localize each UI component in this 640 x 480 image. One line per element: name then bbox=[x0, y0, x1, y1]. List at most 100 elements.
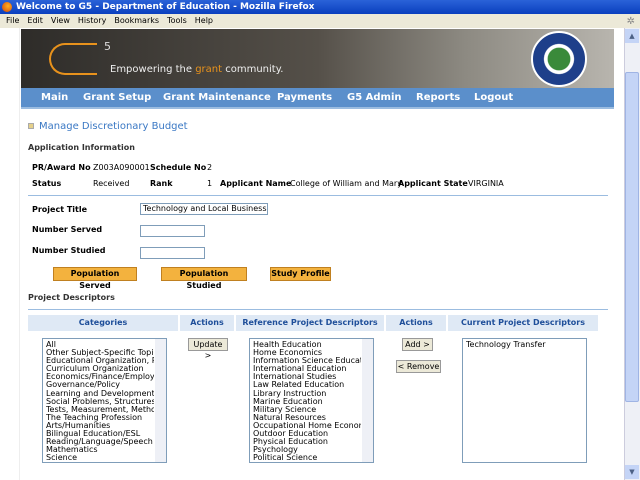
list-option[interactable]: Political Science bbox=[253, 454, 361, 462]
g5-banner: 5 Empowering the grant community. bbox=[21, 29, 614, 88]
menu-file[interactable]: File bbox=[6, 16, 19, 25]
list-option[interactable]: All bbox=[46, 341, 154, 349]
menu-bookmarks[interactable]: Bookmarks bbox=[114, 16, 159, 25]
list-option[interactable]: Science bbox=[46, 454, 154, 462]
list-option[interactable]: The Teaching Profession bbox=[46, 414, 154, 422]
applicant-name-label: Applicant Name bbox=[220, 179, 292, 188]
list-option[interactable]: Military Science bbox=[253, 406, 361, 414]
list-option[interactable]: Educational Organization, Procedures bbox=[46, 357, 154, 365]
throbber-icon: ✲ bbox=[626, 16, 635, 27]
menu-tools[interactable]: Tools bbox=[167, 16, 187, 25]
list-option[interactable]: Library Instruction bbox=[253, 390, 361, 398]
list-option[interactable]: Economics/Finance/Employment bbox=[46, 373, 154, 381]
page-title-text: Manage Discretionary Budget bbox=[39, 121, 188, 132]
nav-reports[interactable]: Reports bbox=[416, 92, 460, 103]
list-option[interactable]: Technology Transfer bbox=[466, 341, 574, 349]
header-actions: Actions bbox=[386, 315, 446, 331]
list-option[interactable]: Home Economics bbox=[253, 349, 361, 357]
bullet-icon bbox=[28, 123, 34, 129]
list-option[interactable]: Health Education bbox=[253, 341, 361, 349]
applicant-state-label: Applicant State bbox=[398, 179, 468, 188]
project-title-input[interactable]: Technology and Local Business bbox=[140, 203, 268, 215]
tagline-pre: Empowering the bbox=[110, 64, 196, 75]
tagline-post: community. bbox=[222, 64, 284, 75]
menu-edit[interactable]: Edit bbox=[27, 16, 43, 25]
header-actions: Actions bbox=[180, 315, 234, 331]
menu-history[interactable]: History bbox=[78, 16, 106, 25]
number-studied-input[interactable] bbox=[140, 247, 205, 259]
current-descriptors-listbox[interactable]: Technology Transfer bbox=[462, 338, 587, 463]
left-margin bbox=[0, 28, 20, 480]
listbox-scrollbar[interactable] bbox=[362, 339, 373, 462]
nav-logout[interactable]: Logout bbox=[474, 92, 513, 103]
reference-descriptors-listbox[interactable]: Health Education Home Economics Informatio… bbox=[249, 338, 374, 463]
tagline: Empowering the grant community. bbox=[110, 64, 283, 75]
list-option[interactable]: International Studies bbox=[253, 373, 361, 381]
tagline-accent: grant bbox=[195, 64, 223, 75]
pr-award-value: Z003A090001 bbox=[93, 163, 150, 172]
rank-label: Rank bbox=[150, 179, 173, 188]
list-option[interactable]: Marine Education bbox=[253, 398, 361, 406]
list-option[interactable]: Natural Resources bbox=[253, 414, 361, 422]
population-served-button[interactable]: Population Served bbox=[53, 267, 137, 290]
list-option[interactable]: Occupational Home Economics bbox=[253, 422, 361, 430]
list-option[interactable]: Social Problems, Structures, and bbox=[46, 398, 154, 406]
header-categories: Categories bbox=[28, 315, 178, 331]
menu-view[interactable]: View bbox=[51, 16, 70, 25]
number-studied-label: Number Studied bbox=[32, 246, 106, 255]
pr-award-label: PR/Award No bbox=[32, 163, 91, 172]
list-option[interactable]: Mathematics bbox=[46, 446, 154, 454]
population-studied-button[interactable]: Population Studied bbox=[161, 267, 247, 290]
add-button[interactable]: Add > bbox=[402, 338, 433, 351]
main-nav: Main Grant Setup Grant Maintenance Payme… bbox=[21, 88, 614, 109]
list-option[interactable]: Bilingual Education/ESL bbox=[46, 430, 154, 438]
project-title-label: Project Title bbox=[32, 205, 88, 214]
logo-superscript: 5 bbox=[104, 40, 111, 53]
scroll-up-icon[interactable]: ▲ bbox=[625, 29, 639, 43]
categories-listbox[interactable]: All Other Subject-Specific Topics Educatio… bbox=[42, 338, 167, 463]
menu-help[interactable]: Help bbox=[195, 16, 213, 25]
status-value: Received bbox=[93, 179, 130, 188]
page-title: Manage Discretionary Budget bbox=[28, 121, 188, 132]
window-title-bar: Welcome to G5 - Department of Education … bbox=[0, 0, 640, 14]
scroll-down-icon[interactable]: ▼ bbox=[625, 465, 639, 479]
study-profile-button[interactable]: Study Profile bbox=[270, 267, 331, 281]
listbox-scrollbar[interactable] bbox=[155, 339, 166, 462]
status-label: Status bbox=[32, 179, 62, 188]
department-seal-icon bbox=[531, 31, 587, 87]
list-option[interactable]: International Education bbox=[253, 365, 361, 373]
header-current-descriptors: Current Project Descriptors bbox=[448, 315, 598, 331]
nav-main[interactable]: Main bbox=[41, 92, 68, 103]
list-option[interactable]: Reading/Language/Speech bbox=[46, 438, 154, 446]
window-title: Welcome to G5 - Department of Education … bbox=[16, 2, 315, 12]
schedule-value: 2 bbox=[207, 163, 213, 172]
number-served-input[interactable] bbox=[140, 225, 205, 237]
list-option[interactable]: Learning and Development bbox=[46, 390, 154, 398]
divider bbox=[28, 309, 608, 310]
list-option[interactable]: Arts/Humanities bbox=[46, 422, 154, 430]
list-option[interactable]: Physical Education bbox=[253, 438, 361, 446]
list-option[interactable]: Outdoor Education bbox=[253, 430, 361, 438]
remove-button[interactable]: < Remove bbox=[396, 360, 441, 373]
list-option[interactable]: Information Science Education bbox=[253, 357, 361, 365]
menu-bar: File Edit View History Bookmarks Tools Help ✲ bbox=[0, 14, 640, 28]
app-info-heading: Application Information bbox=[28, 143, 135, 152]
nav-grant-setup[interactable]: Grant Setup bbox=[83, 92, 151, 103]
scroll-thumb[interactable] bbox=[625, 72, 639, 402]
page-scrollbar[interactable]: ▲ ▼ bbox=[624, 28, 640, 480]
g5-logo bbox=[49, 43, 97, 75]
divider bbox=[28, 195, 608, 196]
firefox-icon bbox=[2, 2, 12, 12]
nav-g5-admin[interactable]: G5 Admin bbox=[347, 92, 402, 103]
list-option[interactable]: Psychology bbox=[253, 446, 361, 454]
nav-grant-maintenance[interactable]: Grant Maintenance bbox=[163, 92, 271, 103]
rank-value: 1 bbox=[207, 179, 213, 188]
list-option[interactable]: Other Subject-Specific Topics bbox=[46, 349, 154, 357]
list-option[interactable]: Governance/Policy bbox=[46, 381, 154, 389]
list-option[interactable]: Curriculum Organization bbox=[46, 365, 154, 373]
nav-payments[interactable]: Payments bbox=[277, 92, 332, 103]
list-option[interactable]: Tests, Measurement, Methodology bbox=[46, 406, 154, 414]
project-descriptors-heading: Project Descriptors bbox=[28, 293, 115, 302]
list-option[interactable]: Law Related Education bbox=[253, 381, 361, 389]
update-button[interactable]: Update > bbox=[188, 338, 228, 360]
